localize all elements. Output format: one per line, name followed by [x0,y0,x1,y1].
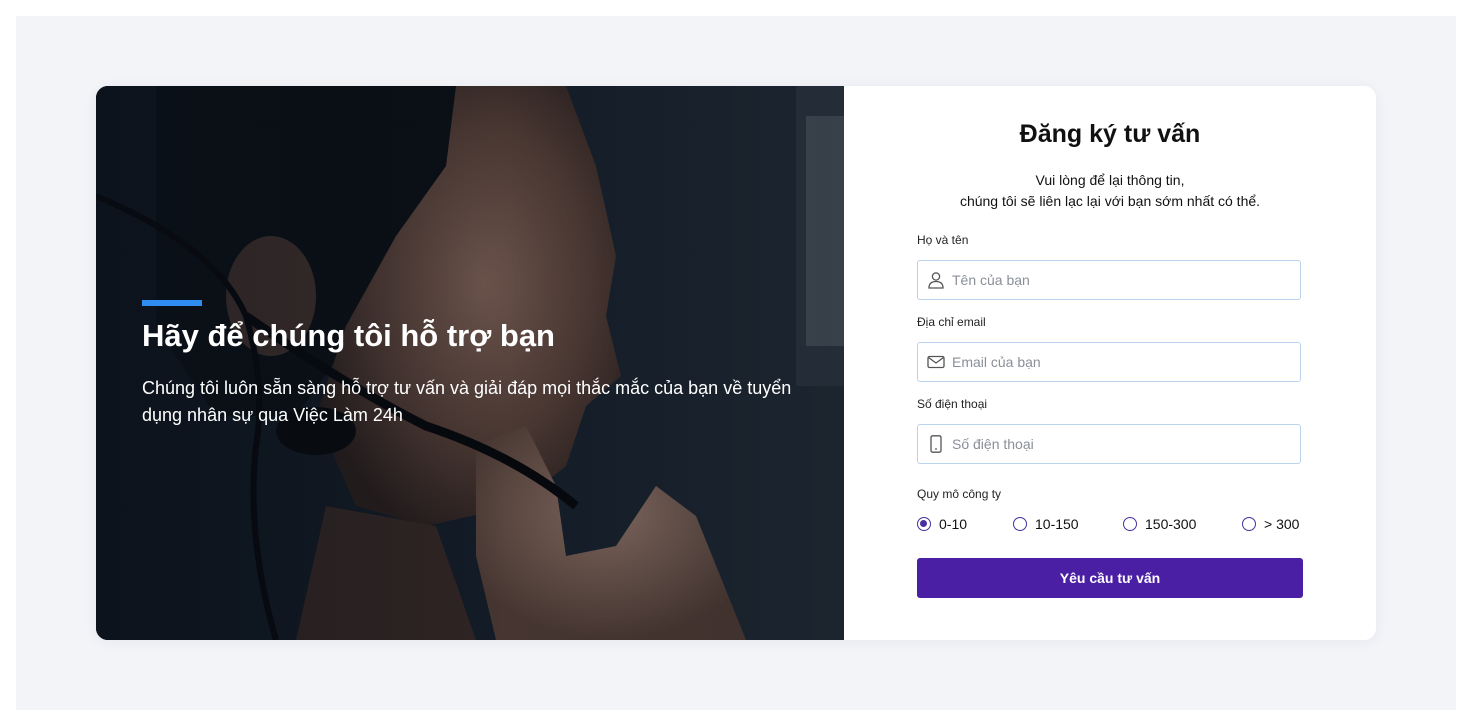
consultation-card: Hãy để chúng tôi hỗ trợ bạn Chúng tôi lu… [96,86,1376,640]
radio-10-150[interactable]: 10-150 [1013,514,1079,534]
company-size-label: Quy mô công ty [917,487,1002,501]
hero-panel: Hãy để chúng tôi hỗ trợ bạn Chúng tôi lu… [96,86,844,640]
page-background: Hãy để chúng tôi hỗ trợ bạn Chúng tôi lu… [16,16,1456,710]
radio-circle[interactable] [1242,517,1256,531]
radio-over-300[interactable]: > 300 [1242,514,1299,534]
name-input[interactable] [952,261,1292,299]
form-subtitle: Vui lòng để lại thông tin, chúng tôi sẽ … [844,170,1376,212]
radio-label: 0-10 [939,516,968,532]
radio-circle[interactable] [1123,517,1137,531]
radio-150-300[interactable]: 150-300 [1123,514,1196,534]
consultation-form: Đăng ký tư vấn Vui lòng để lại thông tin… [844,86,1376,640]
radio-circle[interactable] [917,517,931,531]
email-field[interactable] [917,342,1301,382]
submit-button[interactable]: Yêu cầu tư vấn [917,558,1303,598]
user-icon [928,272,944,289]
phone-field[interactable] [917,424,1301,464]
email-input[interactable] [952,343,1292,381]
name-field[interactable] [917,260,1301,300]
email-label: Địa chỉ email [917,315,986,329]
hero-description: Chúng tôi luôn sẵn sàng hỗ trợ tư vấn và… [142,378,792,425]
radio-circle[interactable] [1013,517,1027,531]
form-subtitle-line2: chúng tôi sẽ liên lạc lại với bạn sớm nh… [959,193,1261,209]
radio-label: > 300 [1264,516,1300,532]
form-subtitle-line1: Vui lòng để lại thông tin, [1035,172,1185,188]
radio-label: 10-150 [1035,516,1079,532]
phone-label: Số điện thoại [917,397,988,411]
radio-0-10[interactable]: 0-10 [917,514,967,534]
name-label: Họ và tên [917,233,969,247]
mail-icon [927,355,945,369]
company-size-options: 0-10 10-150 150-300 > 300 [917,514,1301,534]
form-title: Đăng ký tư vấn [1019,120,1201,148]
phone-icon [930,435,942,453]
hero-overlay [96,86,844,640]
phone-input[interactable] [952,425,1292,463]
radio-label: 150-300 [1145,516,1197,532]
hero-title: Hãy để chúng tôi hỗ trợ bạn [142,318,555,353]
accent-bar [142,300,202,306]
